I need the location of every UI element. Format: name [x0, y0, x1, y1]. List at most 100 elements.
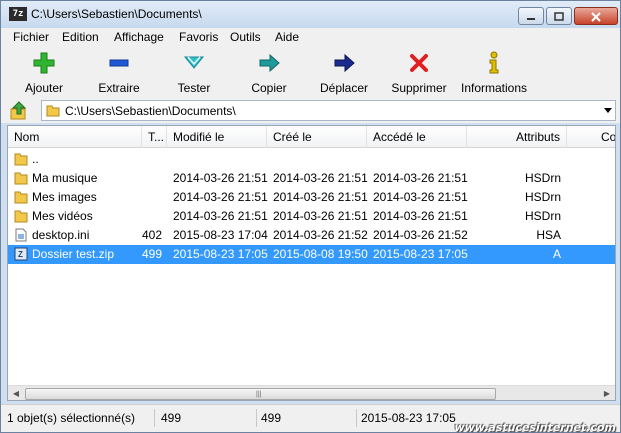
- info-button[interactable]: Informations: [454, 51, 534, 97]
- file-created: 2015-08-08 19:50: [273, 247, 368, 261]
- toolbar: Ajouter Extraire Tester Copier Déplacer …: [1, 47, 620, 99]
- file-created: 2014-03-26 21:51: [273, 209, 368, 223]
- file-accessed: 2015-08-23 17:05: [373, 247, 468, 261]
- file-name: Mes vidéos: [32, 209, 93, 223]
- list-item[interactable]: ..: [8, 150, 615, 169]
- column-name[interactable]: Nom: [8, 126, 142, 148]
- menu-outils[interactable]: Outils: [230, 30, 261, 44]
- delete-button[interactable]: Supprimer: [379, 51, 459, 97]
- copy-icon: [259, 53, 280, 73]
- file-size: 499: [142, 247, 162, 261]
- test-icon: [183, 56, 205, 69]
- list-item[interactable]: Mes images 2014-03-26 21:51 2014-03-26 2…: [8, 188, 615, 207]
- column-size[interactable]: T...: [142, 126, 167, 148]
- extract-label: Extraire: [98, 81, 140, 95]
- move-label: Déplacer: [319, 81, 369, 95]
- list-item[interactable]: desktop.ini 402 2015-08-23 17:04 2014-03…: [8, 226, 615, 245]
- file-name: Ma musique: [32, 171, 98, 185]
- test-label: Tester: [177, 81, 211, 95]
- column-modified[interactable]: Modifié le: [167, 126, 267, 148]
- move-icon: [334, 53, 355, 73]
- column-accessed[interactable]: Accédé le: [367, 126, 467, 148]
- file-attributes: A: [552, 247, 561, 261]
- minimize-icon: [527, 18, 535, 20]
- test-button[interactable]: Tester: [154, 51, 234, 97]
- list-item[interactable]: Mes vidéos 2014-03-26 21:51 2014-03-26 2…: [8, 207, 615, 226]
- svg-text:Z: Z: [18, 250, 23, 259]
- column-header-row: Nom T... Modifié le Créé le Accédé le At…: [8, 126, 615, 148]
- maximize-icon: [554, 12, 564, 21]
- file-created: 2014-03-26 21:51: [273, 190, 368, 204]
- menu-bar: Fichier Edition Affichage Favoris Outils…: [1, 28, 620, 47]
- address-dropdown-icon[interactable]: [604, 108, 612, 113]
- watermark: www.astucesinternet.com: [454, 421, 616, 433]
- file-attributes: HSDrn: [524, 209, 561, 223]
- status-date: 2015-08-23 17:05: [361, 411, 456, 425]
- title-bar[interactable]: 7z C:\Users\Sebastien\Documents\: [1, 1, 620, 28]
- column-comment[interactable]: Co: [567, 126, 615, 148]
- info-icon: [489, 51, 499, 74]
- status-size: 499: [157, 409, 257, 427]
- app-window: 7z C:\Users\Sebastien\Documents\ Fichier…: [0, 0, 621, 433]
- list-item-selected[interactable]: Z Dossier test.zip 499 2015-08-23 17:05 …: [8, 245, 615, 264]
- file-accessed: 2014-03-26 21:51: [373, 190, 468, 204]
- menu-affichage[interactable]: Affichage: [114, 30, 164, 44]
- scroll-left-icon[interactable]: ◀: [8, 386, 24, 400]
- list-item[interactable]: Ma musique 2014-03-26 21:51 2014-03-26 2…: [8, 169, 615, 188]
- folder-icon: [14, 153, 28, 166]
- file-accessed: 2014-03-26 21:52: [373, 228, 468, 242]
- file-attributes: HSDrn: [524, 171, 561, 185]
- menu-edition[interactable]: Edition: [62, 30, 99, 44]
- copy-label: Copier: [251, 81, 287, 95]
- address-bar: C:\Users\Sebastien\Documents\: [1, 99, 620, 123]
- parent-folder-button[interactable]: [9, 101, 29, 121]
- file-attributes: HSA: [536, 228, 561, 242]
- extract-button[interactable]: Extraire: [79, 51, 159, 97]
- app-icon: 7z: [9, 7, 27, 21]
- copy-button[interactable]: Copier: [229, 51, 309, 97]
- file-modified: 2014-03-26 21:51: [173, 171, 268, 185]
- status-bar: 1 objet(s) sélectionné(s) 499 499 2015-0…: [1, 404, 620, 433]
- file-modified: 2015-08-23 17:04: [173, 228, 268, 242]
- status-packed-size: 499: [257, 409, 357, 427]
- file-name: ..: [32, 152, 39, 166]
- info-label: Informations: [460, 81, 528, 95]
- up-arrow-icon: [10, 101, 27, 120]
- file-size: 402: [142, 228, 162, 242]
- menu-favoris[interactable]: Favoris: [179, 30, 218, 44]
- file-modified: 2014-03-26 21:51: [173, 209, 268, 223]
- file-attributes: HSDrn: [524, 190, 561, 204]
- file-accessed: 2014-03-26 21:51: [373, 209, 468, 223]
- add-button[interactable]: Ajouter: [4, 51, 84, 97]
- file-name: Dossier test.zip: [32, 247, 115, 261]
- folder-icon: [46, 105, 60, 117]
- file-created: 2014-03-26 21:51: [273, 171, 368, 185]
- delete-icon: [410, 54, 428, 72]
- file-created: 2014-03-26 21:52: [273, 228, 368, 242]
- status-selection: 1 objet(s) sélectionné(s): [3, 409, 155, 427]
- menu-fichier[interactable]: Fichier: [13, 30, 49, 44]
- extract-icon: [109, 59, 129, 67]
- move-button[interactable]: Déplacer: [304, 51, 384, 97]
- zip-file-icon: Z: [14, 247, 28, 261]
- file-list[interactable]: Nom T... Modifié le Créé le Accédé le At…: [7, 125, 616, 401]
- close-button[interactable]: [574, 7, 618, 25]
- scroll-right-icon[interactable]: ▶: [599, 386, 615, 400]
- scrollbar-grip-icon: |||: [256, 391, 262, 398]
- window-title: C:\Users\Sebastien\Documents\: [31, 7, 202, 21]
- file-accessed: 2014-03-26 21:51: [373, 171, 468, 185]
- file-modified: 2015-08-23 17:05: [173, 247, 268, 261]
- column-attributes[interactable]: Attributs: [467, 126, 567, 148]
- horizontal-scrollbar[interactable]: ◀ ||| ▶: [8, 385, 615, 400]
- folder-icon: [14, 172, 28, 185]
- column-created[interactable]: Créé le: [267, 126, 367, 148]
- scrollbar-thumb[interactable]: |||: [25, 388, 496, 400]
- minimize-button[interactable]: [518, 7, 544, 25]
- menu-aide[interactable]: Aide: [275, 30, 299, 44]
- close-icon: [591, 12, 601, 22]
- address-field[interactable]: C:\Users\Sebastien\Documents\: [41, 100, 616, 121]
- maximize-button[interactable]: [546, 7, 572, 25]
- file-name: desktop.ini: [32, 228, 90, 242]
- folder-icon: [14, 191, 28, 204]
- folder-icon: [14, 210, 28, 223]
